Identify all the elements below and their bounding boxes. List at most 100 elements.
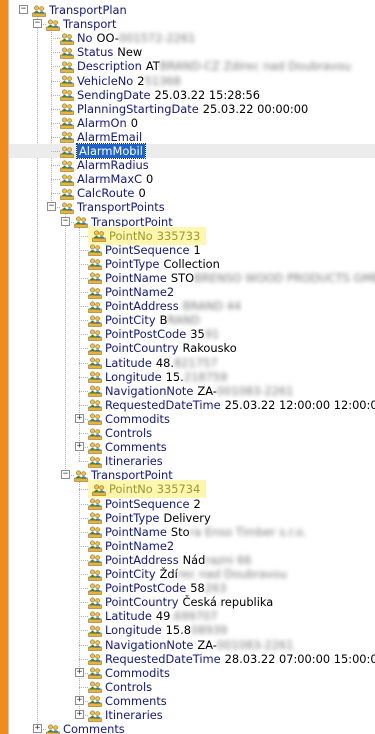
expand-toggle[interactable]: + — [75, 442, 84, 452]
tree-row[interactable]: PointName Sto ra Enso Timber s.r.o. — [9, 525, 375, 539]
tree-row[interactable]: PointType Delivery — [9, 511, 375, 525]
tree-node[interactable]: AlarmRadius — [60, 158, 149, 172]
tree-row[interactable]: AlarmOn 0 — [9, 116, 375, 130]
tree-row[interactable]: Controls — [9, 426, 375, 440]
tree-node[interactable]: Comments — [88, 440, 167, 454]
tree-row[interactable]: NavigationNote ZA- 001083-2261 — [9, 384, 375, 398]
collapse-toggle[interactable]: − — [61, 470, 70, 480]
tree-row[interactable]: + Comments — [9, 694, 375, 708]
collapse-toggle[interactable]: − — [61, 216, 70, 226]
tree-node[interactable]: RequestedDateTime 25.03.22 12:00:00 12:00… — [88, 398, 375, 412]
tree-node[interactable]: PointName Sto ra Enso Timber s.r.o. — [88, 525, 306, 539]
tree-node[interactable]: Commodits — [88, 412, 170, 426]
tree-row[interactable]: Latitude 49.699707 — [9, 609, 375, 623]
tree-row[interactable]: − TransportPlan — [9, 3, 375, 17]
tree-row[interactable]: NavigationNote ZA- 001083-2261 — [9, 638, 375, 652]
tree-node[interactable]: Description AT BRAND-CZ Zdirec nad Doubrav… — [60, 59, 351, 73]
tree-row[interactable]: + Comments — [9, 722, 375, 734]
tree-node[interactable]: AlarmMobil — [60, 143, 146, 159]
tree-node[interactable]: NavigationNote ZA- 001083-2261 — [88, 384, 293, 398]
tree-node[interactable]: Controls — [88, 426, 152, 440]
tree-row[interactable]: PlanningStartingDate 25.03.22 00:00:00 — [9, 102, 375, 116]
tree-row[interactable]: PointNo 335734 — [9, 480, 375, 499]
tree-node[interactable]: AlarmOn 0 — [60, 116, 138, 130]
tree-node[interactable]: PointType Delivery — [88, 511, 211, 525]
tree-row[interactable]: + Commodits — [9, 666, 375, 680]
tree-row[interactable]: AlarmMaxC 0 — [9, 172, 375, 186]
tree-row[interactable]: Controls — [9, 680, 375, 694]
collapse-toggle[interactable]: − — [19, 5, 28, 14]
tree-row[interactable]: PointAddress BRAND 44 — [9, 299, 375, 313]
tree-row[interactable]: AlarmEmail — [9, 130, 375, 144]
tree-node[interactable]: PointName STO BRENSO WOOD PRODUCTS GMBH — [88, 271, 375, 285]
collapse-toggle[interactable]: − — [33, 19, 42, 29]
tree-node[interactable]: Itineraries — [88, 708, 163, 722]
tree-row[interactable]: PointName STO BRENSO WOOD PRODUCTS GMBH — [9, 271, 375, 285]
tree-row[interactable]: PointCountry Rakousko — [9, 341, 375, 355]
tree-node[interactable]: VehicleNo 2 51368 — [60, 74, 181, 88]
tree-node[interactable]: No OO- 001572-2261 — [60, 31, 195, 45]
tree-node[interactable]: PointCountry Česká republika — [88, 595, 273, 609]
collapse-toggle[interactable]: − — [47, 202, 56, 212]
tree-node[interactable]: Latitude 49.699707 — [88, 609, 218, 623]
tree-node[interactable]: PointName2 — [88, 539, 174, 553]
tree-row[interactable]: Status New — [9, 45, 375, 59]
tree-row[interactable]: VehicleNo 2 51368 — [9, 74, 375, 88]
tree-row[interactable]: PointSequence 2 — [9, 497, 375, 511]
tree-row[interactable]: SendingDate 25.03.22 15:28:56 — [9, 88, 375, 102]
tree-row[interactable]: PointPostCode 35 91 — [9, 327, 375, 341]
tree-node[interactable]: CalcRoute 0 — [60, 186, 146, 200]
tree-node[interactable]: Status New — [60, 45, 142, 59]
expand-toggle[interactable]: + — [75, 667, 84, 677]
tree-row[interactable]: + Commodits — [9, 412, 375, 426]
tree-node[interactable]: PointAddress BRAND 44 — [88, 299, 241, 313]
tree-row[interactable]: + Comments — [9, 440, 375, 454]
xml-tree-view[interactable]: − TransportPlan − Transport No OO- 001572-2261… — [8, 0, 375, 734]
tree-node[interactable]: Transport — [46, 17, 116, 31]
tree-node[interactable]: PointPostCode 58 263 — [88, 581, 227, 595]
tree-row[interactable]: PointCountry Česká republika — [9, 595, 375, 609]
tree-node[interactable]: Comments — [88, 694, 167, 708]
tree-row[interactable]: RequestedDateTime 25.03.22 12:00:00 12:00… — [9, 398, 375, 412]
tree-node[interactable]: PointCity B RAND — [88, 313, 200, 327]
tree-node[interactable]: PointType Collection — [88, 257, 220, 271]
tree-node[interactable]: Commodits — [88, 666, 170, 680]
tree-row[interactable]: Longitude 15.8 08939 — [9, 623, 375, 637]
tree-node[interactable]: Controls — [88, 680, 152, 694]
tree-node[interactable]: TransportPoints — [60, 200, 165, 214]
tree-node[interactable]: TransportPlan — [32, 3, 127, 17]
tree-node[interactable]: Latitude 48. 821757 — [88, 356, 218, 370]
tree-row[interactable]: + Itineraries — [9, 708, 375, 722]
tree-node[interactable]: PointCity Ždí rec nad Doubravou — [88, 567, 287, 581]
tree-row[interactable]: Latitude 48. 821757 — [9, 356, 375, 370]
tree-row[interactable]: − TransportPoints — [9, 200, 375, 214]
tree-node[interactable]: Longitude 15. 218759 — [88, 370, 227, 384]
tree-row[interactable]: AlarmMobil — [9, 143, 375, 159]
tree-row[interactable]: Description AT BRAND-CZ Zdirec nad Doubrav… — [9, 59, 375, 73]
tree-row[interactable]: No OO- 001572-2261 — [9, 31, 375, 45]
tree-node[interactable]: PointAddress Nád razni 66 — [88, 553, 252, 567]
tree-row[interactable]: CalcRoute 0 — [9, 186, 375, 200]
tree-node[interactable]: NavigationNote ZA- 001083-2261 — [88, 638, 293, 652]
tree-row[interactable]: PointCity Ždí rec nad Doubravou — [9, 567, 375, 581]
tree-row[interactable]: PointCity B RAND — [9, 313, 375, 327]
expand-toggle[interactable]: + — [75, 710, 84, 719]
expand-toggle[interactable]: + — [75, 413, 84, 423]
tree-row[interactable]: Longitude 15. 218759 — [9, 370, 375, 384]
tree-node[interactable]: AlarmMaxC 0 — [60, 172, 153, 186]
tree-row[interactable]: PointNo 335733 — [9, 226, 375, 245]
tree-node[interactable]: PointSequence 1 — [88, 243, 201, 257]
tree-node[interactable]: Itineraries — [88, 454, 163, 468]
tree-row[interactable]: AlarmRadius — [9, 158, 375, 172]
expand-toggle[interactable]: + — [75, 695, 84, 705]
tree-row[interactable]: PointPostCode 58 263 — [9, 581, 375, 595]
tree-node[interactable]: PointSequence 2 — [88, 497, 201, 511]
tree-row[interactable]: PointName2 — [9, 285, 375, 299]
tree-node[interactable]: AlarmEmail — [60, 130, 142, 144]
tree-row[interactable]: PointSequence 1 — [9, 243, 375, 257]
tree-node[interactable]: RequestedDateTime 28.03.22 07:00:00 15:00… — [88, 652, 375, 666]
tree-node[interactable]: PointPostCode 35 91 — [88, 327, 219, 341]
tree-node[interactable]: PointCountry Rakousko — [88, 341, 237, 355]
tree-node[interactable]: PointName2 — [88, 285, 174, 299]
tree-row[interactable]: RequestedDateTime 28.03.22 07:00:00 15:00… — [9, 652, 375, 666]
